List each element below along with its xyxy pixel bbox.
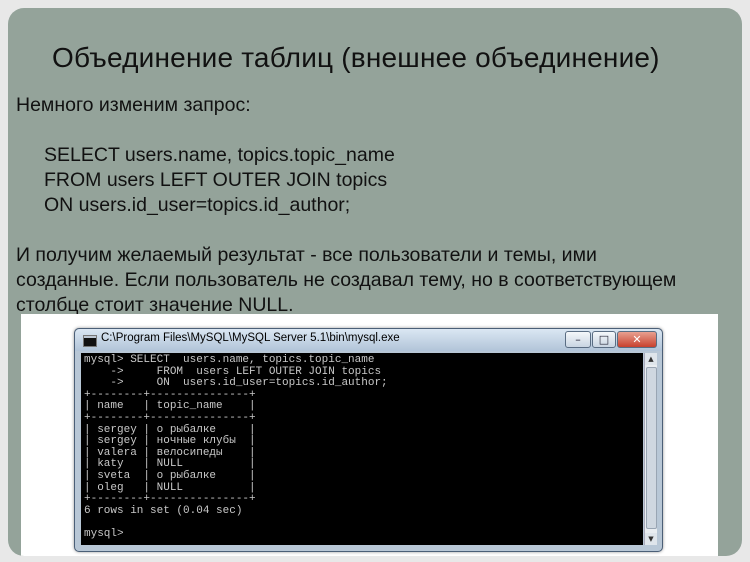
intro-text: Немного изменим запрос:: [16, 94, 251, 116]
scroll-thumb[interactable]: [646, 367, 657, 529]
console-output[interactable]: mysql> SELECT users.name, topics.topic_n…: [81, 353, 643, 545]
slide: Объединение таблиц (внешнее объединение)…: [8, 8, 742, 556]
console-line: | name | topic_name |: [84, 400, 256, 413]
console-line: | sergey | ночные клубы |: [84, 435, 256, 448]
slide-title: Объединение таблиц (внешнее объединение): [52, 42, 660, 73]
console-line: | katy | NULL |: [84, 458, 256, 471]
console-line: | oleg | NULL |: [84, 481, 256, 494]
console-line: | sergey | о рыбалке |: [84, 423, 256, 436]
query-line-3: ON users.id_user=topics.id_author;: [44, 194, 351, 216]
console-line: +--------+---------------+: [84, 388, 256, 401]
result-text-line-2: созданные. Если пользователь не создавал…: [16, 269, 677, 291]
result-text-line-1: И получим желаемый результат - все польз…: [16, 244, 597, 266]
close-button[interactable]: ✕: [617, 331, 657, 348]
screenshot-frame: C:\Program Files\MySQL\MySQL Server 5.1\…: [21, 314, 718, 556]
query-line-1: SELECT users.name, topics.topic_name: [44, 144, 395, 166]
minimize-button[interactable]: –: [565, 331, 591, 348]
vertical-scrollbar[interactable]: ▲ ▼: [644, 353, 657, 545]
window-title: C:\Program Files\MySQL\MySQL Server 5.1\…: [101, 332, 400, 344]
console-icon: [83, 335, 97, 347]
console-line: | sveta | о рыбалке |: [84, 469, 256, 482]
console-line: 6 rows in set (0.04 sec): [84, 504, 243, 517]
console-text: mysql> SELECT users.name, topics.topic_n…: [81, 353, 643, 543]
console-line: -> FROM users LEFT OUTER JOIN topics: [84, 365, 382, 378]
maximize-button[interactable]: □: [592, 331, 616, 348]
mysql-console-window: C:\Program Files\MySQL\MySQL Server 5.1\…: [74, 328, 663, 552]
console-line: +--------+---------------+: [84, 411, 256, 424]
console-line: | valera | велосипеды |: [84, 446, 256, 459]
scroll-up-icon[interactable]: ▲: [645, 353, 657, 365]
scroll-down-icon[interactable]: ▼: [645, 533, 657, 545]
console-line: -> ON users.id_user=topics.id_author;: [84, 377, 388, 390]
console-line: +--------+---------------+: [84, 493, 256, 506]
console-line: mysql>: [84, 527, 124, 540]
window-titlebar[interactable]: C:\Program Files\MySQL\MySQL Server 5.1\…: [75, 329, 662, 351]
console-line: mysql> SELECT users.name, topics.topic_n…: [84, 354, 375, 366]
query-line-2: FROM users LEFT OUTER JOIN topics: [44, 169, 388, 191]
